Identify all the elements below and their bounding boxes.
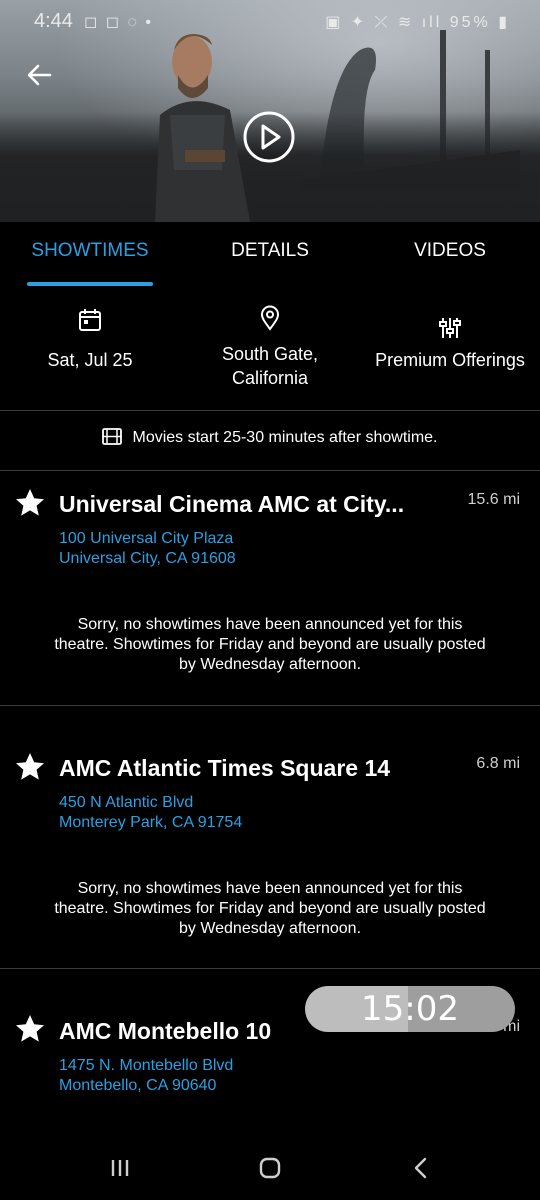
system-nav-bar [0, 1135, 540, 1200]
tab-bar: SHOWTIMES DETAILS VIDEOS [0, 222, 540, 286]
arrow-left-icon[interactable] [24, 60, 54, 90]
location-line-1: South Gate, [221, 344, 319, 364]
status-bar: 4:44 ◻ ◻ ◌ • ▣ ✦ ⤫ ≋ ıll 95% ▮ [0, 0, 540, 44]
theatre-address[interactable]: 100 Universal City Plaza Universal City,… [59, 529, 236, 569]
sliders-icon [439, 318, 461, 338]
message-line: by Wednesday afternoon. [178, 656, 362, 673]
star-icon[interactable] [14, 751, 46, 783]
address-line-2: Monterey Park, CA 91754 [59, 814, 243, 831]
battery-level: 95% [449, 14, 491, 31]
timer-text: 15:02 [361, 989, 459, 1029]
theatre-name[interactable]: Universal Cinema AMC at City... [59, 491, 459, 518]
location-line-2: California [231, 368, 309, 388]
filter-bar: Sat, Jul 25 South Gate, California Premi… [0, 300, 540, 408]
premium-offerings-label: Premium Offerings [375, 350, 525, 370]
home-icon[interactable] [255, 1153, 285, 1183]
tab-details[interactable]: DETAILS [180, 240, 360, 262]
divider [0, 470, 540, 471]
message-line: Sorry, no showtimes have been announced … [77, 880, 463, 897]
back-icon[interactable] [406, 1153, 436, 1183]
star-icon[interactable] [14, 1013, 46, 1045]
movie-hero-image: 4:44 ◻ ◻ ◌ • ▣ ✦ ⤫ ≋ ıll 95% ▮ [0, 0, 540, 222]
divider [0, 968, 540, 969]
theatre-address[interactable]: 1475 N. Montebello Blvd Montebello, CA 9… [59, 1056, 233, 1096]
recent-apps-icon[interactable] [105, 1153, 135, 1183]
address-line-1: 100 Universal City Plaza [59, 530, 234, 547]
address-line-2: Universal City, CA 91608 [59, 550, 236, 567]
system-status-icons: ▣ ✦ ⤫ ≋ ıll 95% ▮ [325, 14, 510, 31]
address-line-2: Montebello, CA 90640 [59, 1077, 217, 1094]
message-line: theatre. Showtimes for Friday and beyond… [54, 636, 486, 653]
theatre-name[interactable]: AMC Atlantic Times Square 14 [59, 755, 459, 782]
floating-timer[interactable]: 15:02 [305, 986, 515, 1032]
tab-videos[interactable]: VIDEOS [360, 240, 540, 262]
theatre-address[interactable]: 450 N Atlantic Blvd Monterey Park, CA 91… [59, 793, 242, 833]
calendar-icon [79, 309, 101, 331]
location-filter[interactable]: South Gate, California [180, 300, 360, 390]
divider [0, 705, 540, 706]
active-tab-indicator [27, 282, 153, 286]
film-icon [102, 428, 123, 445]
address-line-1: 450 N Atlantic Blvd [59, 794, 194, 811]
status-time: 4:44 [34, 10, 73, 32]
notice-text: Movies start 25-30 minutes after showtim… [132, 429, 438, 446]
date-filter[interactable]: Sat, Jul 25 [0, 300, 180, 372]
address-line-1: 1475 N. Montebello Blvd [59, 1057, 234, 1074]
no-showtimes-message: Sorry, no showtimes have been announced … [0, 615, 540, 675]
location-pin-icon [260, 305, 280, 331]
message-line: Sorry, no showtimes have been announced … [77, 616, 463, 633]
premium-offerings-filter[interactable]: Premium Offerings [360, 300, 540, 372]
message-line: by Wednesday afternoon. [178, 920, 362, 937]
theatre-distance: 6.8 mi [476, 755, 520, 772]
theatre-distance: 15.6 mi [467, 491, 520, 508]
divider [0, 410, 540, 411]
tab-showtimes[interactable]: SHOWTIMES [0, 240, 180, 262]
showtime-notice: Movies start 25-30 minutes after showtim… [0, 428, 540, 447]
star-icon[interactable] [14, 487, 46, 519]
date-label: Sat, Jul 25 [47, 350, 133, 370]
message-line: theatre. Showtimes for Friday and beyond… [54, 900, 486, 917]
no-showtimes-message: Sorry, no showtimes have been announced … [0, 879, 540, 939]
play-circle-icon[interactable] [242, 110, 296, 164]
notification-icons: ◻ ◻ ◌ • [84, 14, 154, 31]
